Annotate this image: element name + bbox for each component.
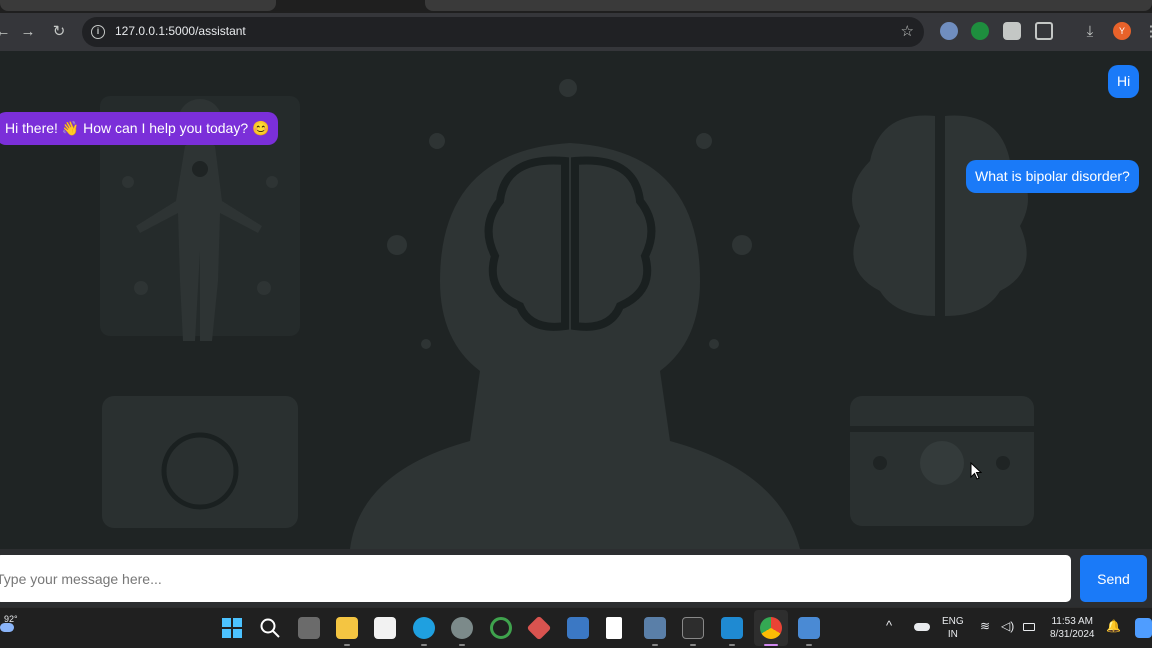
weather-widget[interactable]: 92°: [0, 614, 20, 634]
screen-recorder-extension-icon[interactable]: [1003, 22, 1021, 40]
language-line2: IN: [947, 629, 958, 640]
clock-date: 8/31/2024: [1050, 629, 1095, 640]
send-button[interactable]: Send: [1080, 555, 1147, 602]
windows-taskbar: 92° ^ ENG IN ≋ ◁) 11:53 AM 8/31/2024 🔔: [0, 607, 1152, 648]
volume-icon[interactable]: ◁): [1001, 620, 1014, 633]
user-message-bubble: What is bipolar disorder?: [966, 160, 1139, 193]
chatgpt-icon[interactable]: [451, 617, 473, 639]
running-indicator: [729, 644, 735, 646]
mouse-cursor-icon: [970, 461, 983, 485]
url-text[interactable]: 127.0.0.1:5000/assistant: [115, 24, 246, 38]
active-indicator: [764, 644, 778, 646]
browser-tab[interactable]: [0, 0, 276, 11]
wifi-icon[interactable]: ≋: [980, 620, 990, 633]
running-indicator: [652, 644, 658, 646]
battery-icon[interactable]: [1023, 623, 1035, 631]
python-icon[interactable]: [567, 617, 589, 639]
screen-recorder-icon[interactable]: [798, 617, 820, 639]
file-explorer-icon[interactable]: [336, 617, 358, 639]
running-indicator: [344, 644, 350, 646]
chat-input-bar: Send: [0, 549, 1152, 607]
site-info-icon[interactable]: i: [91, 25, 105, 39]
assistant-message-bubble: Hi there! 👋 How can I help you today? 😊: [0, 112, 279, 145]
menu-dots-icon[interactable]: ⋮: [1140, 21, 1152, 43]
chrome-icon[interactable]: [760, 617, 782, 639]
git-icon[interactable]: [526, 615, 552, 641]
running-indicator: [459, 644, 465, 646]
language-line1: ENG: [942, 616, 964, 627]
tab-strip: [0, 0, 1152, 13]
forward-icon[interactable]: →: [17, 21, 39, 43]
language-indicator[interactable]: ENG IN: [942, 615, 964, 641]
windows-start-icon[interactable]: [221, 617, 243, 639]
task-view-icon[interactable]: [298, 617, 320, 639]
back-icon[interactable]: ←: [0, 21, 14, 43]
vscode-icon[interactable]: [721, 617, 743, 639]
onedrive-cloud-icon[interactable]: [914, 623, 930, 631]
green-extension-icon[interactable]: [971, 22, 989, 40]
microsoft-store-icon[interactable]: [374, 617, 396, 639]
edge-browser-icon[interactable]: [413, 617, 435, 639]
extensions-puzzle-icon[interactable]: [1035, 22, 1053, 40]
running-indicator: [690, 644, 696, 646]
address-bar[interactable]: i 127.0.0.1:5000/assistant ☆: [82, 17, 924, 47]
terminal-icon[interactable]: [682, 617, 704, 639]
download-icon[interactable]: ⤓: [1079, 21, 1101, 43]
search-icon[interactable]: [259, 617, 281, 639]
copilot-icon[interactable]: [1135, 618, 1152, 638]
green-app-icon[interactable]: [490, 617, 512, 639]
profile-avatar[interactable]: Y: [1113, 22, 1131, 40]
reload-icon[interactable]: ↻: [48, 21, 70, 43]
browser-tab[interactable]: [425, 0, 1152, 11]
bookmark-star-icon[interactable]: ☆: [901, 22, 914, 40]
running-indicator: [421, 644, 427, 646]
clock-time: 11:53 AM: [1051, 616, 1093, 627]
message-input[interactable]: [0, 555, 1071, 602]
clock[interactable]: 11:53 AM 8/31/2024: [1050, 615, 1095, 641]
remote-desktop-icon[interactable]: [644, 617, 666, 639]
user-message-bubble: Hi: [1108, 65, 1140, 98]
browser-toolbar: ← → ↻ i 127.0.0.1:5000/assistant ☆ ⤓ Y ⋮: [0, 13, 1152, 51]
running-indicator: [806, 644, 812, 646]
document-icon[interactable]: [606, 617, 622, 639]
notification-bell-icon[interactable]: 🔔: [1106, 620, 1121, 633]
weather-temperature: 92°: [4, 614, 18, 624]
chevron-up-icon[interactable]: ^: [886, 619, 892, 632]
translate-extension-icon[interactable]: [940, 22, 958, 40]
